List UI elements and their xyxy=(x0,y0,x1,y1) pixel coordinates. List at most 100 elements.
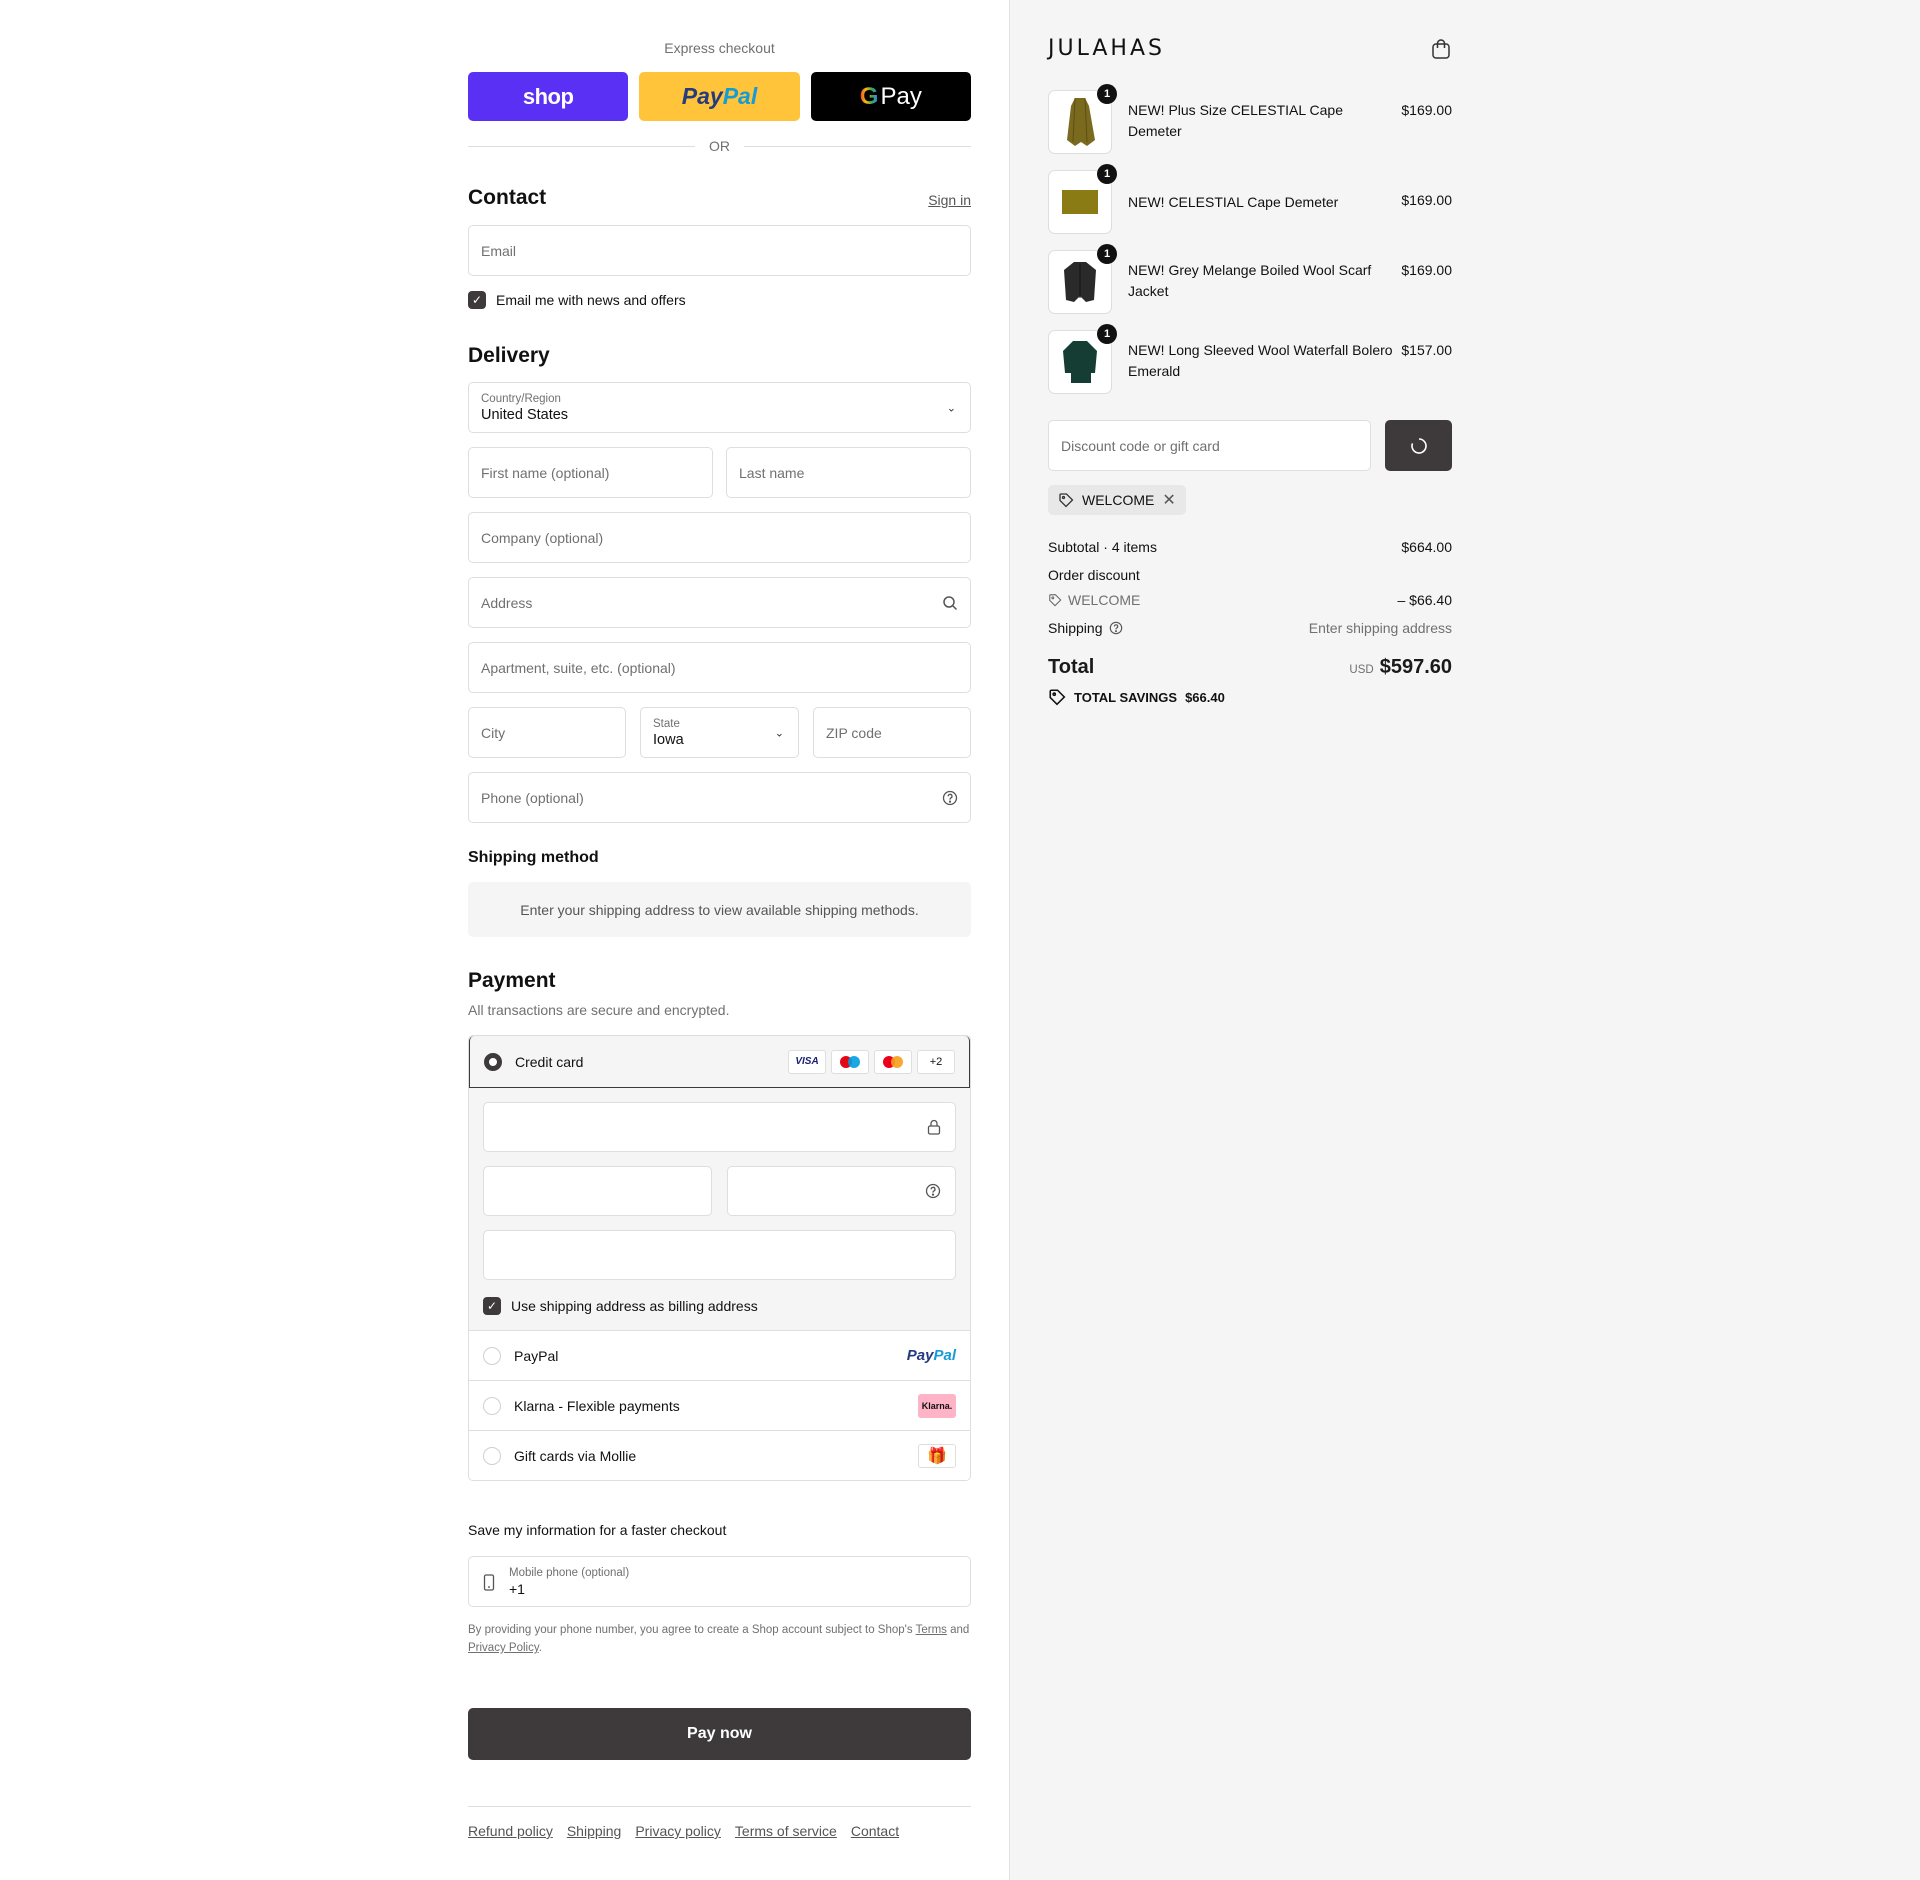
shipping-method-message: Enter your shipping address to view avai… xyxy=(468,882,971,937)
gift-card-icon: 🎁 xyxy=(918,1443,956,1468)
cart-item: 1 NEW! Long Sleeved Wool Waterfall Boler… xyxy=(1048,324,1452,394)
billing-address-label: Use shipping address as billing address xyxy=(511,1298,758,1314)
last-name-field[interactable]: Last name xyxy=(726,447,971,498)
mastercard-icon xyxy=(874,1049,912,1074)
cart-item: 1 NEW! CELESTIAL Cape Demeter $169.00 xyxy=(1048,164,1452,234)
terms-link[interactable]: Terms xyxy=(916,1624,947,1636)
city-placeholder: City xyxy=(481,724,506,741)
contact-link[interactable]: Contact xyxy=(851,1823,899,1839)
gift-card-radio[interactable] xyxy=(483,1446,501,1465)
item-name: NEW! Long Sleeved Wool Waterfall Bolero … xyxy=(1128,342,1393,379)
item-price: $157.00 xyxy=(1401,342,1452,358)
privacy-policy-footer-link[interactable]: Privacy policy xyxy=(635,1823,721,1839)
mobile-phone-field[interactable]: Mobile phone (optional) +1 xyxy=(468,1556,971,1607)
klarna-option[interactable]: Klarna - Flexible payments Klarna. xyxy=(469,1380,970,1430)
credit-card-option[interactable]: Credit card VISA +2 xyxy=(469,1036,970,1088)
google-pay-button[interactable]: G Pay xyxy=(810,72,971,121)
first-name-placeholder: First name (optional) xyxy=(481,464,610,481)
shipping-link[interactable]: Shipping xyxy=(567,1823,622,1839)
paypal-option-label: PayPal xyxy=(514,1347,559,1364)
total-label: Total xyxy=(1048,656,1095,678)
card-number-field[interactable] xyxy=(483,1102,956,1152)
refund-policy-link[interactable]: Refund policy xyxy=(468,1823,553,1839)
apply-discount-button[interactable] xyxy=(1385,420,1452,471)
payment-methods: Credit card VISA +2 ✓ Use shipping addres… xyxy=(468,1035,971,1481)
subtotal-label: Subtotal · 4 items xyxy=(1048,539,1157,555)
total-value: $597.60 xyxy=(1379,656,1452,678)
shop-pay-label: shop xyxy=(522,83,574,109)
item-name: NEW! CELESTIAL Cape Demeter xyxy=(1128,194,1339,210)
discount-code-row: WELCOME – $66.40 xyxy=(1048,592,1452,608)
billing-address-checkbox[interactable]: ✓ Use shipping address as billing address xyxy=(483,1297,758,1315)
address-placeholder: Address xyxy=(481,594,533,611)
address-field[interactable]: Address xyxy=(468,577,971,628)
quantity-badge: 1 xyxy=(1097,164,1117,184)
checkmark-icon: ✓ xyxy=(468,291,486,309)
card-brands: VISA +2 xyxy=(788,1049,955,1074)
currency-label: USD xyxy=(1349,664,1374,676)
checkout-column: Express checkout shop Pay Pal G Pay OR Con… xyxy=(468,0,971,1880)
paypal-label-a: Pay xyxy=(681,83,723,109)
chevron-down-icon: ⌄ xyxy=(946,402,956,414)
shop-legal-text: By providing your phone number, you agre… xyxy=(468,1624,970,1654)
item-price: $169.00 xyxy=(1401,262,1452,278)
phone-placeholder: Phone (optional) xyxy=(481,789,584,806)
item-name: NEW! Grey Melange Boiled Wool Scarf Jack… xyxy=(1128,262,1372,299)
country-value: United States xyxy=(481,406,569,423)
privacy-policy-link[interactable]: Privacy Policy xyxy=(468,1642,539,1654)
apartment-field[interactable]: Apartment, suite, etc. (optional) xyxy=(468,642,971,693)
help-icon[interactable] xyxy=(942,790,958,806)
shopping-bag-icon[interactable] xyxy=(1430,38,1452,60)
savings-label: TOTAL SAVINGS xyxy=(1074,689,1178,705)
last-name-placeholder: Last name xyxy=(739,464,805,481)
subtotal-value: $664.00 xyxy=(1401,539,1452,555)
gift-card-option[interactable]: Gift cards via Mollie 🎁 xyxy=(469,1430,970,1480)
loading-spinner-icon xyxy=(1410,437,1427,454)
lock-icon xyxy=(927,1119,941,1135)
apartment-placeholder: Apartment, suite, etc. (optional) xyxy=(481,659,676,676)
mobile-phone-label: Mobile phone (optional) xyxy=(509,1566,630,1579)
cart-item: 1 NEW! Plus Size CELESTIAL Cape Demeter … xyxy=(1048,84,1452,154)
zip-field[interactable]: ZIP code xyxy=(813,707,971,758)
gift-card-option-label: Gift cards via Mollie xyxy=(514,1447,637,1464)
store-logo[interactable]: JULAHAS xyxy=(1048,36,1165,61)
news-checkbox[interactable]: ✓ Email me with news and offers xyxy=(468,291,686,309)
credit-card-panel: ✓ Use shipping address as billing address xyxy=(469,1088,970,1330)
paypal-option[interactable]: PayPal PayPal xyxy=(469,1330,970,1380)
cart-item: 1 NEW! Grey Melange Boiled Wool Scarf Ja… xyxy=(1048,244,1452,314)
first-name-field[interactable]: First name (optional) xyxy=(468,447,713,498)
maestro-icon xyxy=(831,1049,869,1074)
state-label: State xyxy=(653,717,680,730)
discount-chip: WELCOME ✕ xyxy=(1048,485,1186,515)
discount-code-input[interactable]: Discount code or gift card xyxy=(1048,420,1371,471)
klarna-radio[interactable] xyxy=(483,1396,501,1415)
paypal-radio[interactable] xyxy=(483,1346,501,1365)
state-select[interactable]: State Iowa ⌄ xyxy=(640,707,799,758)
credit-card-radio[interactable] xyxy=(484,1052,502,1071)
expiration-field[interactable] xyxy=(483,1166,712,1216)
help-icon[interactable] xyxy=(925,1183,941,1199)
paypal-button[interactable]: Pay Pal xyxy=(639,72,800,121)
email-field[interactable]: Email xyxy=(468,225,971,276)
contact-title: Contact xyxy=(468,186,547,209)
order-discount-label: Order discount xyxy=(1048,567,1140,583)
country-select[interactable]: Country/Region United States ⌄ xyxy=(468,382,971,433)
name-on-card-field[interactable] xyxy=(483,1230,956,1280)
footer-links: Refund policy Shipping Privacy policy Te… xyxy=(468,1823,899,1839)
city-field[interactable]: City xyxy=(468,707,626,758)
product-thumbnail: 1 xyxy=(1048,84,1117,154)
company-field[interactable]: Company (optional) xyxy=(468,512,971,563)
sign-in-link[interactable]: Sign in xyxy=(928,192,971,208)
discount-code-label: WELCOME xyxy=(1068,592,1141,608)
quantity-badge: 1 xyxy=(1097,84,1117,104)
terms-of-service-link[interactable]: Terms of service xyxy=(735,1823,837,1839)
help-icon[interactable] xyxy=(1109,621,1123,635)
tag-icon xyxy=(1049,594,1062,607)
pay-now-button[interactable]: Pay now xyxy=(468,1708,971,1760)
shop-pay-button[interactable]: shop xyxy=(468,72,629,121)
security-code-field[interactable] xyxy=(727,1166,956,1216)
shipping-method-title: Shipping method xyxy=(468,849,599,866)
save-info-title: Save my information for a faster checkou… xyxy=(468,1522,727,1538)
remove-discount-icon[interactable]: ✕ xyxy=(1162,490,1175,510)
phone-field[interactable]: Phone (optional) xyxy=(468,772,971,823)
